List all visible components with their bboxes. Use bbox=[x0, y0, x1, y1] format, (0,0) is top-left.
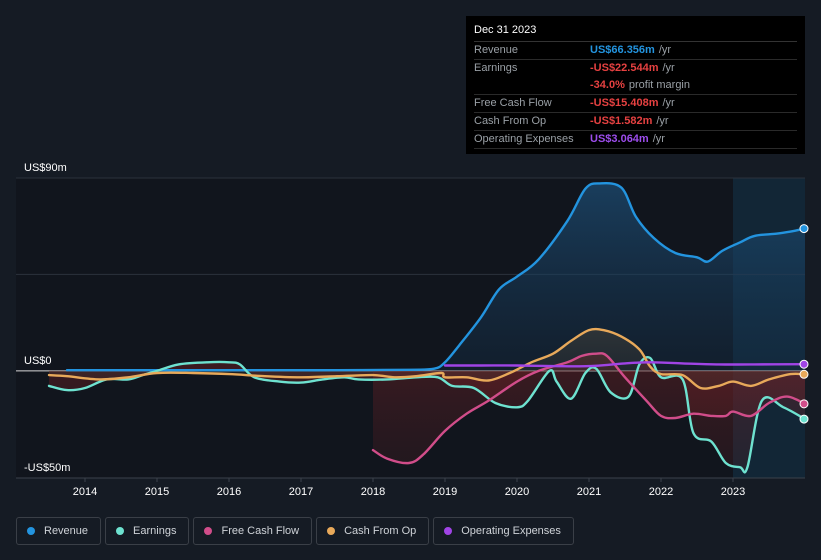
tooltip-unit: profit margin bbox=[628, 79, 690, 91]
legend-label: Revenue bbox=[44, 525, 89, 537]
y-axis-label: US$90m bbox=[24, 162, 67, 174]
tooltip-row: Earnings -US$22.544m/yr bbox=[474, 60, 797, 77]
legend-dot-icon bbox=[27, 527, 35, 535]
legend-label: Earnings bbox=[133, 525, 177, 537]
revenue-end-marker[interactable] bbox=[799, 224, 809, 234]
tooltip-unit: /yr bbox=[658, 44, 672, 56]
x-axis-label: 2022 bbox=[649, 486, 673, 498]
legend-label: Cash From Op bbox=[344, 525, 417, 537]
tooltip-date: Dec 31 2023 bbox=[474, 22, 797, 42]
tooltip-unit: /yr bbox=[662, 62, 675, 74]
tooltip-unit: /yr bbox=[656, 115, 669, 127]
tooltip-unit: /yr bbox=[652, 133, 665, 145]
tooltip-value: -US$1.582m bbox=[590, 115, 653, 127]
x-axis-label: 2018 bbox=[361, 486, 385, 498]
tooltip-label: Revenue bbox=[474, 44, 519, 56]
earnings-end-marker[interactable] bbox=[799, 414, 809, 424]
legend-item-free-cash-flow[interactable]: Free Cash Flow bbox=[193, 517, 313, 545]
x-axis-label: 2016 bbox=[217, 486, 241, 498]
free-cash-flow-end-marker[interactable] bbox=[799, 399, 809, 409]
x-axis-labels: 2014 2015 2016 2017 2018 2019 2020 2021 2022 2023 bbox=[73, 486, 745, 498]
tooltip-label bbox=[474, 77, 590, 94]
tooltip-value: -34.0% bbox=[590, 79, 625, 91]
legend-label: Operating Expenses bbox=[461, 525, 561, 537]
legend: Revenue Earnings Free Cash Flow Cash From O… bbox=[16, 517, 574, 545]
tooltip-value: -US$22.544m bbox=[590, 62, 659, 74]
tooltip-row: Operating Expenses US$3.064m/yr bbox=[474, 131, 797, 149]
legend-dot-icon bbox=[444, 527, 453, 535]
tooltip-row: -34.0% profit margin bbox=[474, 77, 797, 95]
legend-dot-icon bbox=[116, 527, 125, 535]
x-axis-label: 2014 bbox=[73, 486, 97, 498]
legend-item-cash-from-op[interactable]: Cash From Op bbox=[316, 517, 430, 545]
operating-expenses-end-marker[interactable] bbox=[799, 359, 809, 369]
tooltip-label: Earnings bbox=[474, 62, 518, 74]
legend-item-operating-expenses[interactable]: Operating Expenses bbox=[433, 517, 574, 545]
x-axis-label: 2017 bbox=[289, 486, 313, 498]
tooltip-label: Operating Expenses bbox=[474, 133, 574, 145]
x-axis-label: 2020 bbox=[505, 486, 529, 498]
tooltip-panel: Dec 31 2023 Revenue US$66.356m/yr Earnings… bbox=[466, 16, 805, 154]
x-axis-label: 2015 bbox=[145, 486, 169, 498]
legend-dot-icon bbox=[327, 527, 336, 535]
legend-dot-icon bbox=[204, 527, 213, 535]
tooltip-value: -US$15.408m bbox=[590, 97, 659, 109]
y-axis-label: -US$50m bbox=[24, 462, 70, 474]
legend-label: Free Cash Flow bbox=[221, 525, 300, 537]
tooltip-label: Free Cash Flow bbox=[474, 97, 552, 109]
tooltip-row: Free Cash Flow -US$15.408m/yr bbox=[474, 95, 797, 113]
y-axis-label: US$0 bbox=[24, 355, 52, 367]
tooltip-value: US$66.356m bbox=[590, 44, 655, 56]
tooltip-unit: /yr bbox=[662, 97, 675, 109]
tooltip-row: Cash From Op -US$1.582m/yr bbox=[474, 113, 797, 131]
legend-item-revenue[interactable]: Revenue bbox=[16, 517, 102, 545]
cash-from-op-end-marker[interactable] bbox=[799, 369, 809, 379]
tooltip-row: Revenue US$66.356m/yr bbox=[474, 42, 797, 60]
legend-item-earnings[interactable]: Earnings bbox=[105, 517, 190, 545]
x-axis-label: 2021 bbox=[577, 486, 601, 498]
x-axis-label: 2023 bbox=[721, 486, 745, 498]
tooltip-value: US$3.064m bbox=[590, 133, 649, 145]
tooltip-label: Cash From Op bbox=[474, 115, 547, 127]
x-axis-label: 2019 bbox=[433, 486, 457, 498]
